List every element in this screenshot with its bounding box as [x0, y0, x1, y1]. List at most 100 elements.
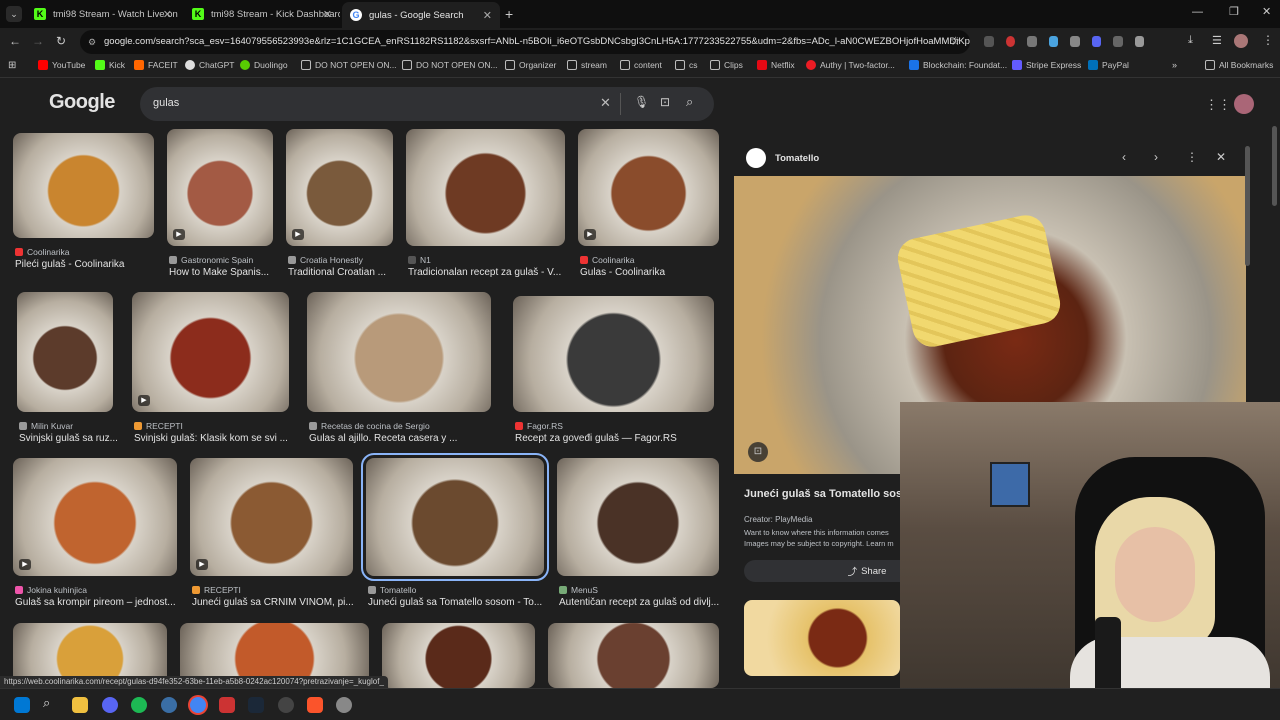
settings-icon[interactable]: [336, 697, 352, 713]
bookmark-folder[interactable]: stream: [567, 60, 607, 70]
brave-icon[interactable]: [307, 697, 323, 713]
bookmark-folder[interactable]: DO NOT OPEN ON...: [301, 60, 397, 70]
bookmark-folder[interactable]: Organizer: [505, 60, 556, 70]
clear-icon[interactable]: ✕: [600, 95, 611, 111]
lens-search-icon[interactable]: ⊡: [748, 442, 768, 462]
steam-icon[interactable]: [248, 697, 264, 713]
more-options-icon[interactable]: ⋮: [1186, 150, 1198, 164]
panel-scrollbar[interactable]: [1245, 146, 1250, 266]
extension-icon[interactable]: [1070, 36, 1080, 47]
apps-grid-icon[interactable]: ⋮⋮: [1205, 97, 1231, 113]
search-box[interactable]: gulas ✕ 🎙 ⊡ ⌕: [140, 87, 714, 121]
more-bookmarks-icon[interactable]: »: [1172, 60, 1177, 70]
result-image[interactable]: [548, 623, 719, 688]
result-title[interactable]: Svinjski gulaš: Klasik kom se svi ...: [134, 433, 297, 444]
search-icon[interactable]: ⌕: [43, 695, 59, 711]
bookmark-item[interactable]: PayPal: [1088, 60, 1129, 70]
address-bar[interactable]: ⚙ google.com/search?sca_esv=164079556523…: [80, 30, 970, 54]
bookmark-folder[interactable]: DO NOT OPEN ON...: [402, 60, 498, 70]
close-panel-icon[interactable]: ✕: [1216, 150, 1226, 164]
puzzle-icon[interactable]: [1134, 36, 1144, 47]
result-title[interactable]: Autentičan recept za gulaš od divlj...: [559, 597, 727, 608]
windows-start-icon[interactable]: [14, 697, 30, 713]
chrome-icon[interactable]: [190, 697, 206, 713]
related-image[interactable]: [744, 600, 900, 676]
result-source[interactable]: RECEPTI: [192, 585, 355, 595]
tab-google-search[interactable]: G gulas - Google Search ✕: [342, 2, 500, 28]
forward-icon[interactable]: →: [32, 34, 44, 48]
result-source[interactable]: Fagor.RS: [515, 421, 716, 431]
close-icon[interactable]: ✕: [483, 9, 492, 22]
result-source[interactable]: RECEPTI: [134, 421, 291, 431]
result-title[interactable]: Juneći gulaš sa CRNIM VINOM, pi...: [192, 597, 361, 608]
obs-icon[interactable]: [278, 697, 294, 713]
result-title[interactable]: Tradicionalan recept za gulaš - V...: [408, 267, 573, 278]
new-tab-button[interactable]: +: [505, 6, 513, 22]
reload-icon[interactable]: ↻: [56, 34, 66, 48]
account-avatar[interactable]: [1234, 94, 1254, 114]
search-input[interactable]: gulas: [153, 97, 179, 109]
result-image[interactable]: ▶: [578, 129, 719, 246]
result-title[interactable]: Recept za goveđi gulaš — Fagor.RS: [515, 433, 722, 444]
result-title[interactable]: Pileći gulaš - Coolinarika: [15, 259, 162, 270]
result-source[interactable]: Croatia Honestly: [288, 255, 395, 265]
extension-icon[interactable]: [1113, 36, 1123, 47]
result-source[interactable]: Gastronomic Spain: [169, 255, 275, 265]
search-icon[interactable]: ⌕: [686, 94, 693, 110]
result-title[interactable]: Gulaš sa krompir pireom – jednost...: [15, 597, 185, 608]
bookmark-folder[interactable]: cs: [675, 60, 698, 70]
bookmark-star-icon[interactable]: ☆: [950, 34, 961, 48]
result-title[interactable]: Traditional Croatian ...: [288, 267, 401, 278]
bookmark-folder[interactable]: Clips: [710, 60, 743, 70]
site-info-icon[interactable]: ⚙: [88, 30, 96, 54]
result-image[interactable]: [307, 292, 491, 412]
page-scrollbar[interactable]: [1272, 126, 1277, 206]
bookmark-item[interactable]: ChatGPT: [185, 60, 234, 70]
panel-title[interactable]: Juneći gulaš sa Tomatello sos: [744, 488, 904, 500]
menu-icon[interactable]: ⋮: [1262, 33, 1274, 47]
close-icon[interactable]: ✕: [323, 8, 332, 21]
share-button[interactable]: ⤴ Share: [744, 560, 900, 582]
tab-list-icon[interactable]: ☰: [1212, 34, 1222, 47]
result-title[interactable]: Svinjski gulaš sa ruz...: [19, 433, 121, 444]
bookmark-item[interactable]: Stripe Express: [1012, 60, 1081, 70]
result-image[interactable]: [406, 129, 565, 246]
download-icon[interactable]: ⤓: [1188, 34, 1193, 47]
tab-kick-stream[interactable]: K tmi98 Stream - Watch Live on K ✕: [26, 2, 180, 26]
result-source[interactable]: Milin Kuvar: [19, 421, 115, 431]
extension-icon[interactable]: [1005, 36, 1015, 47]
result-title[interactable]: Gulas al ajillo. Receta casera y ...: [309, 433, 499, 444]
result-image[interactable]: ▶: [167, 129, 273, 246]
result-image[interactable]: [557, 458, 719, 576]
previous-icon[interactable]: ‹: [1122, 150, 1126, 164]
result-image[interactable]: [13, 133, 154, 238]
bookmark-item[interactable]: Authy | Two-factor...: [806, 60, 895, 70]
discord-icon[interactable]: [102, 697, 118, 713]
result-source[interactable]: N1: [408, 255, 567, 265]
bookmark-item[interactable]: Kick: [95, 60, 125, 70]
google-logo[interactable]: Google: [49, 91, 115, 114]
back-icon[interactable]: ←: [9, 34, 21, 48]
result-image[interactable]: [382, 623, 535, 688]
panel-site-name[interactable]: Tomatello: [775, 153, 819, 164]
bookmark-folder[interactable]: content: [620, 60, 662, 70]
result-title[interactable]: Gulas - Coolinarika: [580, 267, 727, 278]
result-source[interactable]: Coolinarika: [15, 247, 156, 257]
minimize-button[interactable]: —: [1192, 6, 1203, 18]
result-source[interactable]: MenuS: [559, 585, 721, 595]
microphone-icon[interactable]: 🎙: [634, 95, 649, 109]
result-image[interactable]: ▶: [13, 458, 177, 576]
result-image[interactable]: ▶: [190, 458, 353, 576]
bookmark-item[interactable]: Netflix: [757, 60, 795, 70]
result-title[interactable]: Juneći gulaš sa Tomatello sosom - To...: [368, 597, 552, 608]
bookmark-item[interactable]: Duolingo: [240, 60, 288, 70]
result-source[interactable]: Coolinarika: [580, 255, 721, 265]
tab-search-button[interactable]: ⌄: [6, 6, 22, 22]
bookmark-item[interactable]: YouTube: [38, 60, 85, 70]
extension-icon[interactable]: [1048, 36, 1058, 47]
extension-icon[interactable]: [984, 36, 994, 47]
result-image[interactable]: [361, 453, 549, 581]
window-close-button[interactable]: ✕: [1262, 5, 1271, 18]
maximize-button[interactable]: ❐: [1229, 5, 1239, 18]
result-image[interactable]: ▶: [132, 292, 289, 412]
